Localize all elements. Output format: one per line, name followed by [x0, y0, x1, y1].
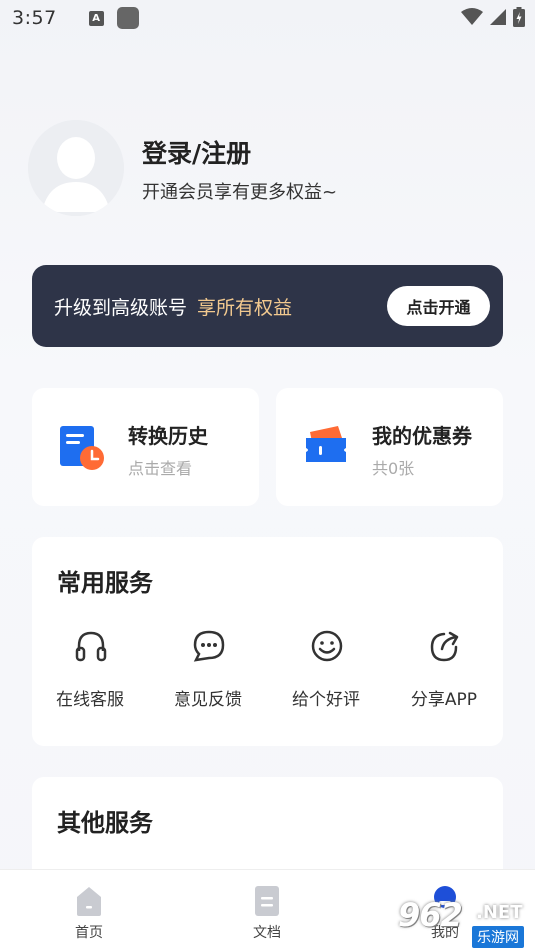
service-feedback[interactable]: 意见反馈 — [153, 629, 263, 719]
my-coupons-card[interactable]: 我的优惠券 共0张 — [276, 388, 503, 506]
battery-icon — [513, 7, 525, 27]
smiley-icon — [311, 630, 343, 662]
service-share-app[interactable]: 分享APP — [389, 629, 499, 719]
vip-upgrade-text: 升级到高级账号 — [54, 296, 188, 319]
coupon-icon — [306, 426, 346, 462]
chat-bubble-icon — [193, 630, 225, 662]
nav-home[interactable]: 首页 — [49, 884, 129, 942]
nav-documents-label: 文档 — [253, 925, 281, 941]
service-label: 意见反馈 — [174, 690, 242, 710]
wifi-icon — [461, 8, 483, 25]
service-label: 分享APP — [410, 690, 478, 710]
status-indicators — [461, 7, 525, 27]
login-register-link[interactable]: 登录/注册 — [142, 134, 251, 170]
history-title: 转换历史 — [128, 424, 208, 448]
common-services-title: 常用服务 — [57, 569, 153, 597]
home-icon — [77, 887, 101, 916]
vip-benefit-text: 享所有权益 — [197, 296, 293, 319]
activate-vip-button[interactable]: 点击开通 — [387, 286, 490, 326]
conversion-history-card[interactable]: 转换历史 点击查看 — [32, 388, 259, 506]
coupon-count: 共0张 — [372, 459, 415, 478]
nav-documents[interactable]: 文档 — [227, 884, 307, 942]
status-bar: 3:57 A — [0, 0, 535, 36]
watermark-number: 962 — [398, 896, 463, 934]
status-time: 3:57 — [12, 7, 57, 29]
notification-a-icon: A — [88, 10, 104, 26]
common-services-section: 常用服务 在线客服 意见反馈 给个好评 分享APP — [32, 537, 503, 746]
nav-home-label: 首页 — [75, 925, 103, 941]
service-label: 在线客服 — [56, 690, 124, 710]
history-subtitle: 点击查看 — [128, 459, 193, 478]
service-label: 给个好评 — [292, 690, 360, 710]
service-rate-app[interactable]: 给个好评 — [271, 629, 381, 719]
membership-hint: 开通会员享有更多权益~ — [142, 182, 338, 203]
vip-upgrade-banner[interactable]: 升级到高级账号 享所有权益 点击开通 — [32, 265, 503, 347]
watermark-domain: .NET — [476, 902, 523, 923]
other-services-title: 其他服务 — [57, 809, 153, 837]
default-avatar-icon — [28, 120, 124, 216]
share-icon — [430, 631, 459, 662]
avatar[interactable] — [28, 120, 124, 216]
watermark-name: 乐游网 — [472, 926, 524, 948]
watermark-logo: 962 .NET 乐游网 — [398, 896, 532, 948]
headphones-icon — [75, 631, 107, 662]
coupon-title: 我的优惠券 — [372, 424, 472, 448]
history-doc-icon — [60, 426, 104, 470]
notification-app-icon — [116, 7, 139, 29]
signal-icon — [490, 9, 506, 25]
service-online-support[interactable]: 在线客服 — [35, 629, 145, 719]
document-icon — [255, 886, 279, 916]
